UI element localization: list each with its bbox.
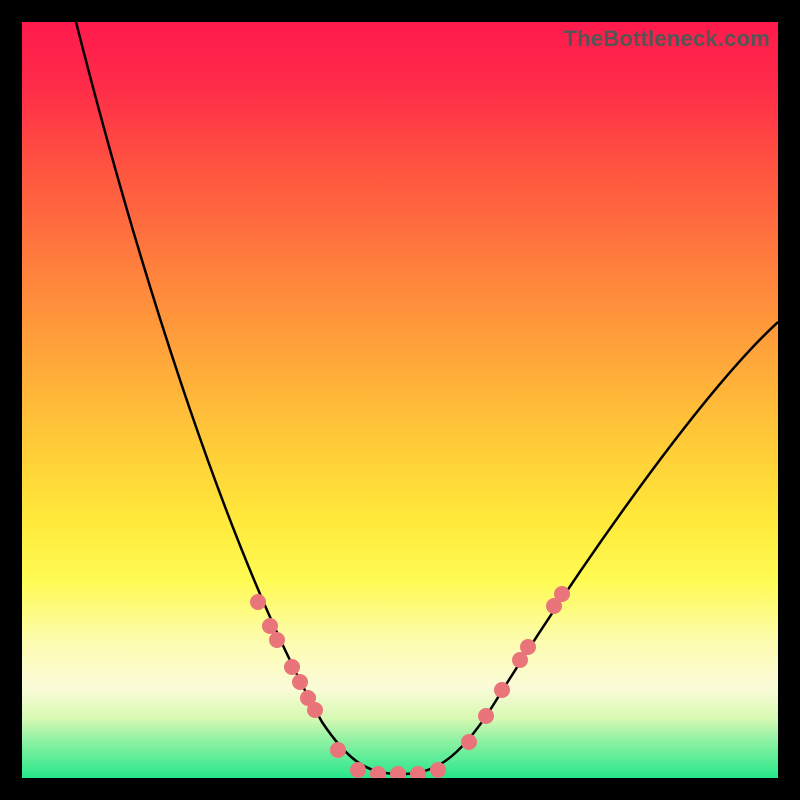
sample-point-marker [461, 734, 477, 750]
sample-point-marker [494, 682, 510, 698]
chart-plot-area: TheBottleneck.com [22, 22, 778, 778]
sample-point-marker [370, 766, 386, 778]
sample-point-marker [430, 762, 446, 778]
sample-point-marker [554, 586, 570, 602]
chart-svg [22, 22, 778, 778]
sample-point-marker [478, 708, 494, 724]
marker-group [250, 586, 570, 778]
sample-point-marker [330, 742, 346, 758]
sample-point-marker [410, 766, 426, 778]
sample-point-marker [292, 674, 308, 690]
sample-point-marker [284, 659, 300, 675]
sample-point-marker [350, 762, 366, 778]
sample-point-marker [250, 594, 266, 610]
sample-point-marker [390, 766, 406, 778]
sample-point-marker [307, 702, 323, 718]
sample-point-marker [269, 632, 285, 648]
sample-point-marker [262, 618, 278, 634]
bottleneck-curve [76, 22, 778, 774]
sample-point-marker [520, 639, 536, 655]
